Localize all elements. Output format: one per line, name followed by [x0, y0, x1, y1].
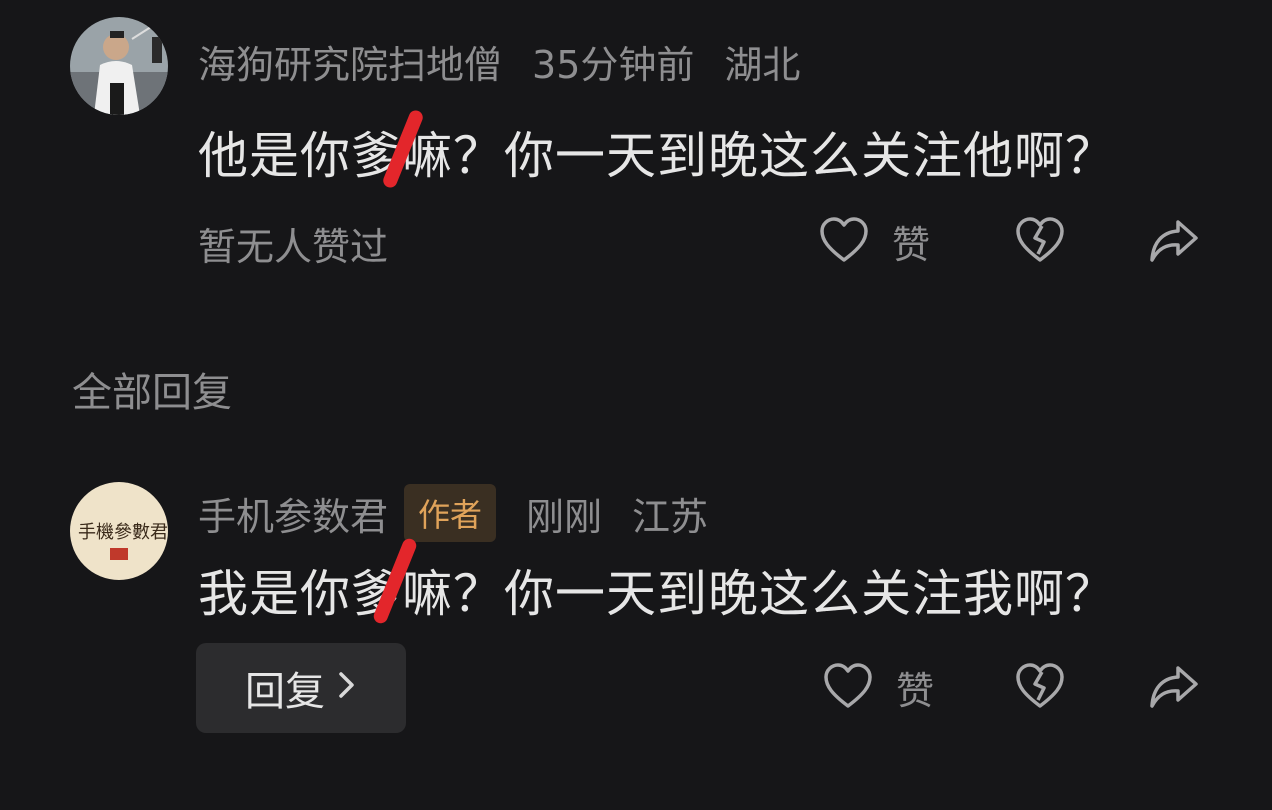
heart-outline-icon[interactable] — [822, 662, 874, 714]
like-button[interactable]: 赞 — [892, 214, 930, 269]
avatar[interactable] — [70, 17, 168, 115]
heart-outline-icon[interactable] — [818, 216, 870, 268]
like-status: 暂无人赞过 — [198, 225, 389, 269]
comment-meta: 手机参数君 作者 刚刚 江苏 — [198, 484, 708, 542]
comment-meta: 海狗研究院扫地僧 35分钟前 湖北 — [198, 34, 800, 89]
comment-actions: 赞 — [818, 658, 1208, 718]
reply-button[interactable]: 回复 — [196, 643, 406, 733]
comment-actions: 赞 — [818, 212, 1208, 272]
like-button[interactable]: 赞 — [896, 660, 934, 715]
reply-button-label: 回复 — [245, 669, 325, 715]
comment-text[interactable]: 我是你爹嘛？你一天到晚这么关注我啊？ — [198, 554, 1116, 626]
share-arrow-icon[interactable] — [1148, 216, 1200, 268]
username[interactable]: 海狗研究院扫地僧 — [198, 34, 502, 89]
share-arrow-icon[interactable] — [1148, 662, 1200, 714]
author-badge: 作者 — [404, 484, 497, 542]
username[interactable]: 手机参数君 — [198, 486, 388, 541]
location: 湖北 — [724, 43, 801, 87]
broken-heart-icon[interactable] — [1014, 216, 1066, 268]
broken-heart-icon[interactable] — [1014, 662, 1066, 714]
location: 江苏 — [632, 494, 709, 539]
timestamp: 35分钟前 — [532, 43, 695, 87]
avatar[interactable]: 手機參數君 — [70, 482, 168, 580]
chevron-right-icon — [337, 668, 357, 709]
svg-text:手機參數君: 手機參數君 — [78, 522, 168, 543]
section-title: 全部回复 — [72, 370, 232, 416]
timestamp: 刚刚 — [526, 494, 603, 539]
comment-text[interactable]: 他是你爹嘛？你一天到晚这么关注他啊？ — [198, 116, 1116, 188]
